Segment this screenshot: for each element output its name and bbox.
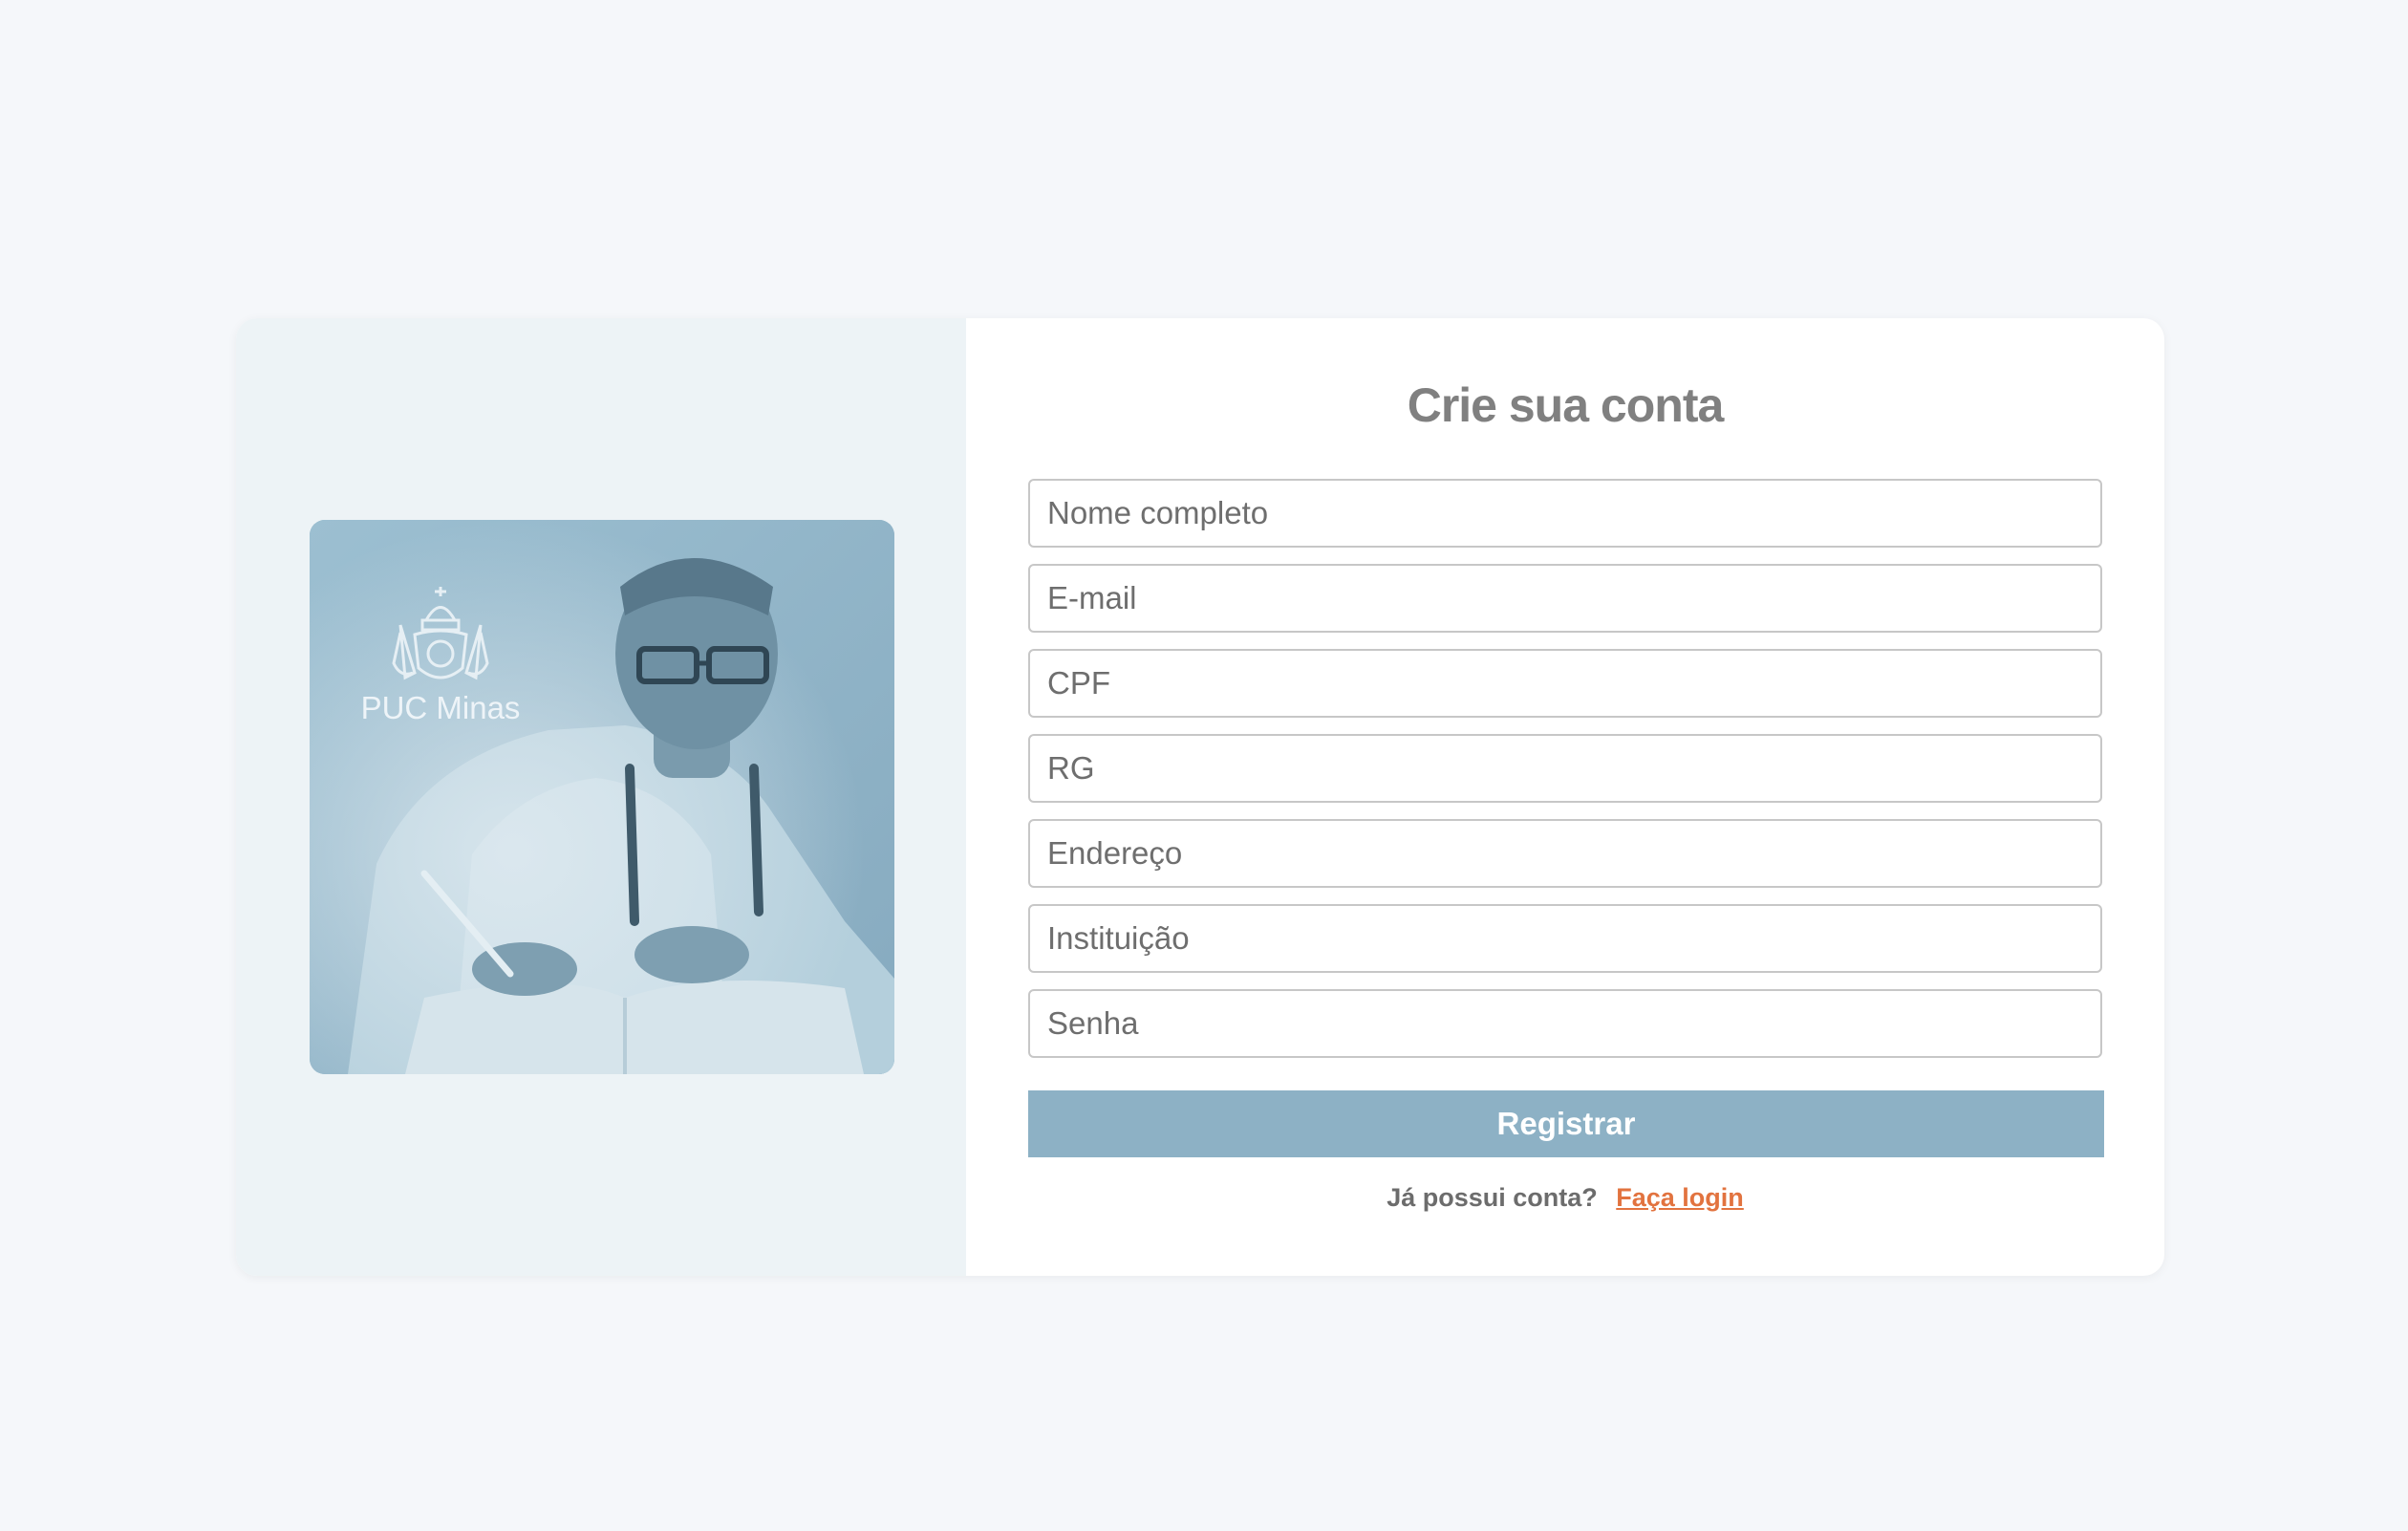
login-prompt-text: Já possui conta? <box>1387 1183 1598 1212</box>
rg-input[interactable] <box>1028 734 2102 803</box>
left-panel: PUC Minas <box>236 318 966 1276</box>
password-input[interactable] <box>1028 989 2102 1058</box>
signup-card: PUC Minas Crie sua conta Registrar Já po… <box>236 318 2164 1276</box>
register-button[interactable]: Registrar <box>1028 1090 2104 1157</box>
login-prompt-row: Já possui conta? Faça login <box>966 1183 2164 1213</box>
student-hero-image: PUC Minas <box>310 520 894 1074</box>
signup-form: Crie sua conta Registrar Já possui conta… <box>966 318 2164 1276</box>
cpf-input[interactable] <box>1028 649 2102 718</box>
email-input[interactable] <box>1028 564 2102 633</box>
form-title: Crie sua conta <box>1407 378 1725 432</box>
institution-input[interactable] <box>1028 904 2102 973</box>
puc-minas-logo-text: PUC Minas <box>361 690 521 725</box>
full-name-input[interactable] <box>1028 479 2102 548</box>
address-input[interactable] <box>1028 819 2102 888</box>
login-link[interactable]: Faça login <box>1616 1183 1744 1212</box>
